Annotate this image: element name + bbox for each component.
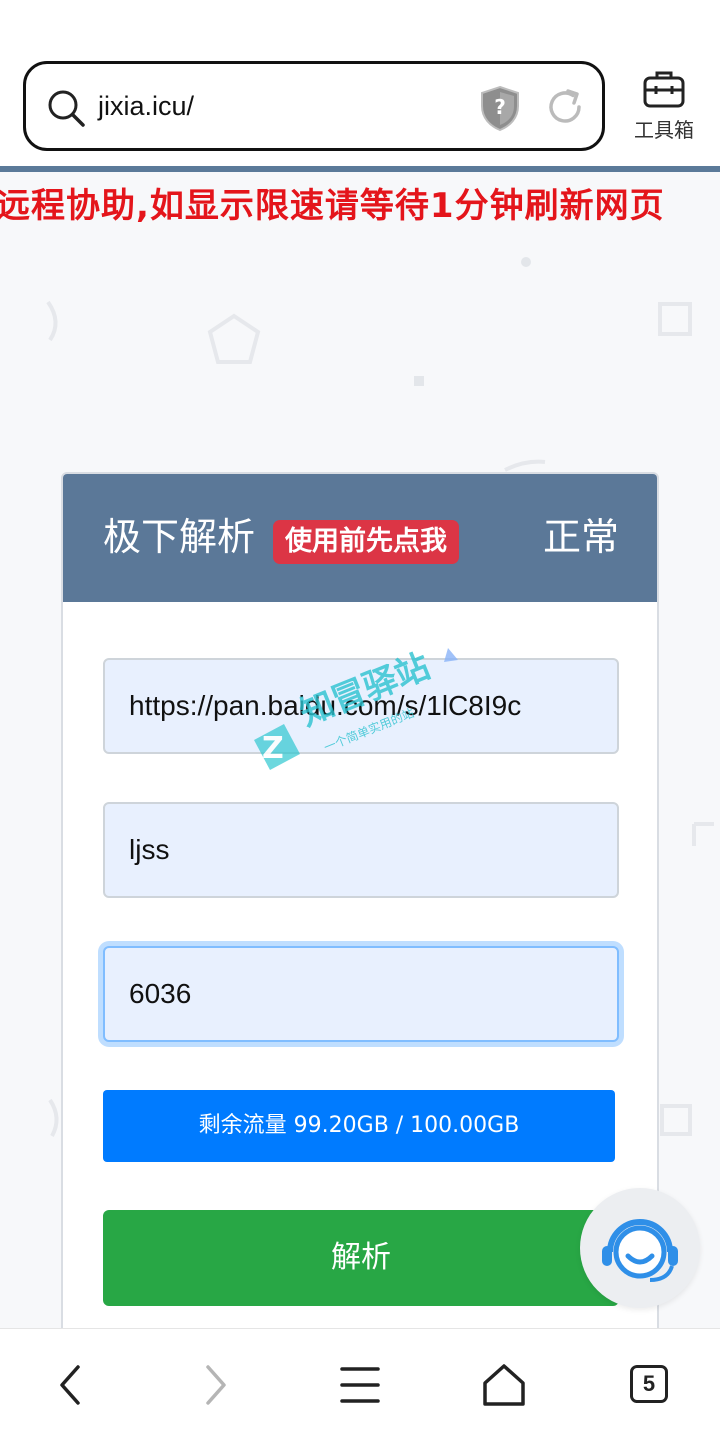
card-title: 极下解析: [103, 515, 256, 559]
toolbox-label: 工具箱: [634, 118, 694, 142]
headset-icon: [602, 1219, 678, 1282]
address-bar[interactable]: jixia.icu/ ?: [23, 61, 605, 151]
back-icon[interactable]: [44, 1357, 100, 1413]
status-text: 正常: [542, 515, 619, 559]
browser-top-bar: jixia.icu/ ? 工具箱: [0, 0, 720, 172]
divider: [0, 166, 720, 172]
notice-marquee: 远程协助,如显示限速请等待1分钟刷新网页: [0, 186, 665, 226]
security-shield-icon[interactable]: ?: [478, 84, 522, 132]
parse-card: 极下解析 使用前先点我 正常 剩余流量 99.20GB / 100.00GB 解…: [61, 472, 659, 1372]
card-header: 极下解析 使用前先点我 正常: [63, 474, 657, 602]
captcha-input[interactable]: [103, 946, 619, 1042]
home-icon[interactable]: [476, 1357, 532, 1413]
url-text[interactable]: jixia.icu/: [98, 86, 194, 126]
watermark-title: 知冒驿站: [294, 646, 435, 734]
forward-icon[interactable]: [188, 1357, 244, 1413]
reload-icon[interactable]: [544, 86, 586, 128]
browser-bottom-bar: 5: [0, 1328, 720, 1440]
toolbox-icon: [643, 71, 685, 108]
customer-support-button[interactable]: [580, 1188, 700, 1308]
toolbox-button[interactable]: 工具箱: [626, 64, 702, 154]
svg-text:Z: Z: [262, 731, 284, 766]
parse-button[interactable]: 解析: [103, 1210, 619, 1306]
svg-text:?: ?: [494, 95, 506, 119]
extract-code-input[interactable]: [103, 802, 619, 898]
remaining-traffic-bar: 剩余流量 99.20GB / 100.00GB: [103, 1090, 615, 1162]
tabs-button[interactable]: 5: [620, 1357, 676, 1413]
tabs-count: 5: [630, 1365, 668, 1403]
search-icon: [48, 90, 85, 127]
watermark-logo: Z 知冒驿站 一个简单实用的站: [254, 646, 458, 770]
usage-tip-button[interactable]: 使用前先点我: [273, 520, 459, 564]
menu-icon[interactable]: [332, 1357, 388, 1413]
